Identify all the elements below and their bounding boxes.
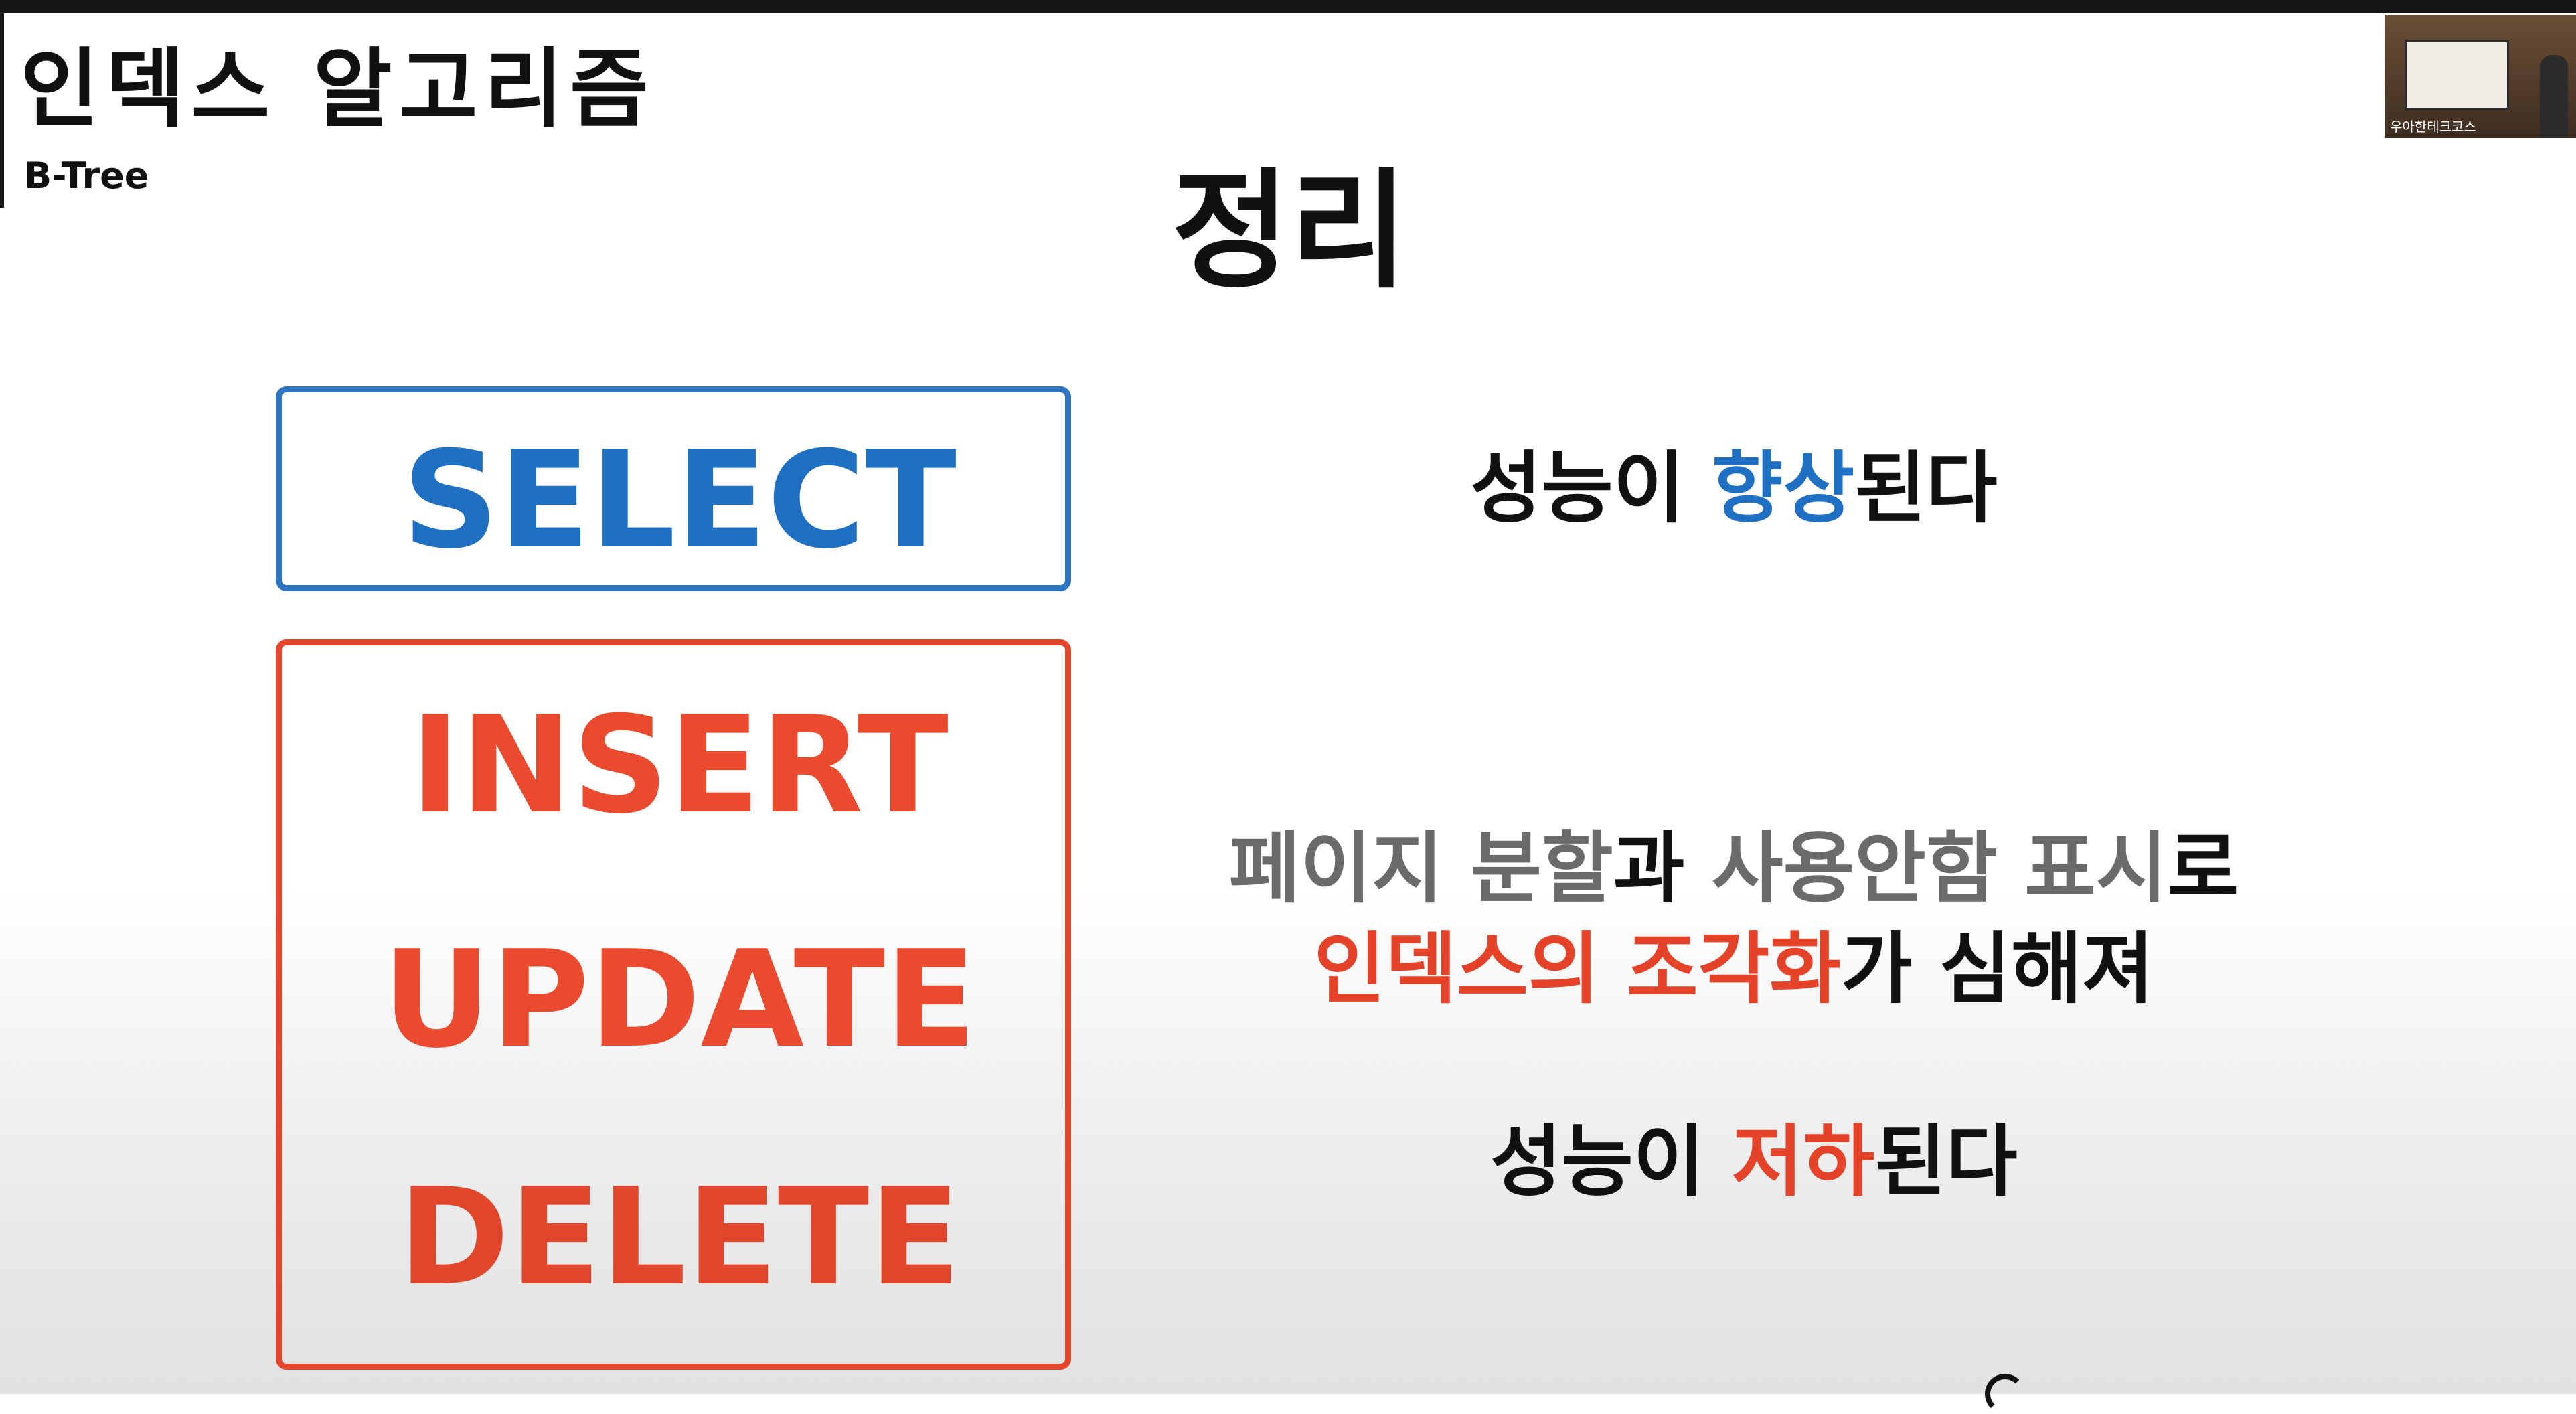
update-keyword: UPDATE [382,922,977,1078]
reason-conjunction: 과 [1613,823,1712,914]
select-keyword: SELECT [402,422,957,578]
slide-title: 정리 [1172,157,1408,306]
modify-reason-line-2: 인덱스의 조각화가 심해져 [1198,931,2269,1008]
deck-title: 인덱스 알고리즘 [20,40,655,139]
presenter-video-thumbnail[interactable]: 우아한테크코스 [2385,15,2576,138]
thumbnail-projector-screen [2405,40,2509,110]
thumbnail-presenter-figure [2540,55,2568,138]
select-result-suffix: 된다 [1854,443,1998,534]
deck-subtitle: B-Tree [24,155,149,197]
index-fragmentation-text: 인덱스의 조각화 [1313,924,1842,1014]
modify-result-text: 성능이 저하된다 [1218,1123,2289,1201]
left-accent-rule [0,13,4,208]
thumbnail-caption: 우아한테크코스 [2390,119,2476,135]
unused-mark-text: 사용안함 표시 [1711,823,2168,914]
modify-result-prefix: 성능이 [1490,1117,1732,1207]
reason-particle: 로 [2167,823,2239,914]
modify-box: INSERT UPDATE DELETE [276,639,1071,1370]
fragmentation-suffix: 가 심해져 [1841,924,2154,1014]
select-box: SELECT [276,386,1071,591]
video-top-strip [0,0,2576,13]
select-result-prefix: 성능이 [1470,443,1712,534]
modify-result-suffix: 된다 [1874,1117,2018,1207]
partial-pointer-icon [1985,1374,2025,1414]
page-split-text: 페이지 분할 [1228,823,1613,914]
modify-result-highlight: 저하 [1731,1117,1875,1207]
delete-keyword: DELETE [398,1160,961,1316]
select-result-highlight: 향상 [1711,443,1855,534]
modify-reason-line-1: 페이지 분할과 사용안함 표시로 [1198,830,2269,908]
insert-keyword: INSERT [410,688,949,844]
select-result-text: 성능이 향상된다 [1198,450,2269,528]
